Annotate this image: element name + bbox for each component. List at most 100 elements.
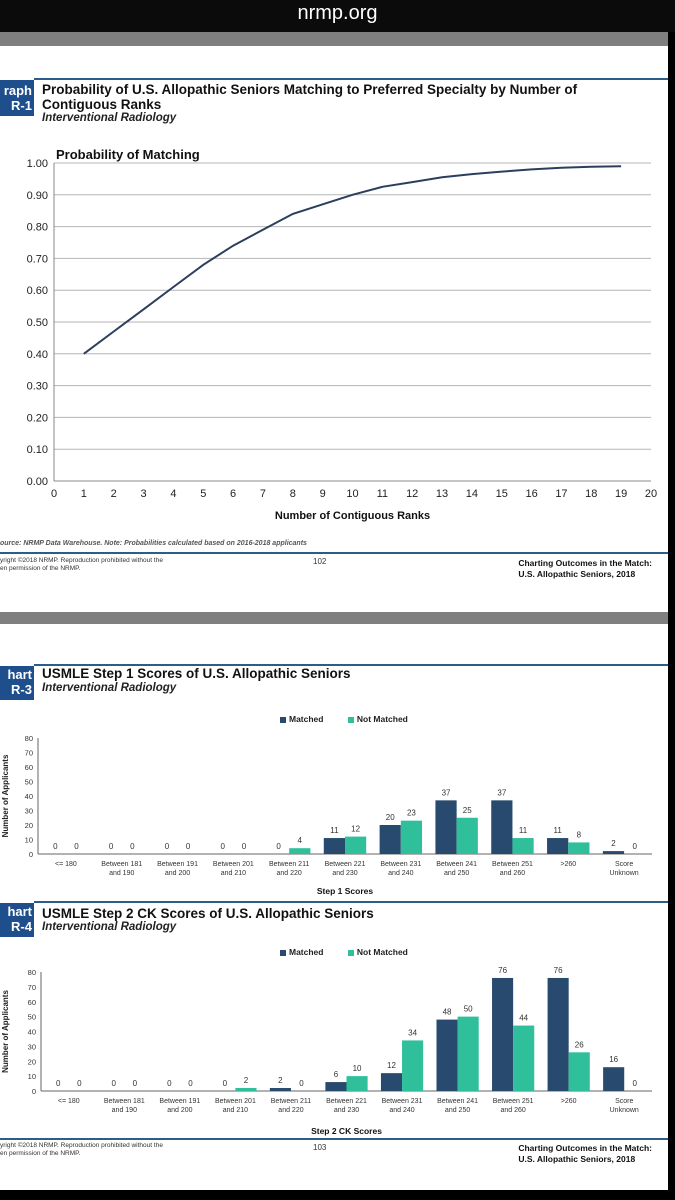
x-tick-label: Between 231 — [380, 861, 421, 868]
x-tick-label: and 190 — [112, 1107, 137, 1114]
y-tick-label: 40 — [25, 792, 33, 801]
x-axis-title: Step 2 CK Scores — [311, 1126, 382, 1136]
chart4-tag: hart R-4 — [0, 903, 34, 937]
x-tick-label: <= 180 — [55, 861, 77, 868]
data-label: 37 — [497, 788, 506, 797]
x-tick-label: 7 — [260, 488, 266, 500]
tag-line-2: R-1 — [11, 98, 32, 113]
y-axis-title: Number of Applicants — [1, 990, 10, 1073]
x-tick-label: Between 251 — [492, 861, 533, 868]
bar-matched — [547, 838, 569, 854]
data-label: 44 — [519, 1014, 528, 1023]
legend-item-not-matched: Not Matched — [347, 714, 408, 724]
x-tick-label: 1 — [81, 488, 87, 500]
data-label: 11 — [330, 826, 339, 835]
x-tick-label: >260 — [560, 861, 576, 868]
data-label: 0 — [633, 1079, 638, 1088]
legend-item-matched: Matched — [280, 714, 323, 724]
data-label: 0 — [56, 1079, 61, 1088]
x-tick-label: 20 — [645, 488, 657, 500]
x-tick-label: Between 191 — [157, 861, 198, 868]
page-separator — [0, 32, 668, 46]
data-label: 76 — [554, 966, 563, 975]
data-label: 0 — [109, 842, 114, 851]
x-tick-label: 13 — [436, 488, 448, 500]
x-tick-label: Between 201 — [215, 1098, 256, 1105]
data-label: 0 — [299, 1079, 304, 1088]
x-tick-label: 3 — [140, 488, 146, 500]
x-tick-label: and 230 — [334, 1107, 359, 1114]
footer-title-line-2: U.S. Allopathic Seniors, 2018 — [518, 569, 636, 579]
data-label: 34 — [408, 1028, 417, 1037]
footer-rule — [0, 1138, 668, 1140]
browser-address-bar[interactable]: nrmp.org — [0, 0, 675, 32]
x-tick-label: >260 — [561, 1098, 577, 1105]
data-label: 0 — [223, 1079, 228, 1088]
x-tick-label: Score — [615, 1098, 633, 1105]
chart4-legend: Matched Not Matched — [280, 947, 408, 957]
copyright-line-1: yright ©2018 NRMP. Reproduction prohibit… — [0, 557, 163, 564]
data-label: 37 — [442, 788, 451, 797]
x-tick-label: and 220 — [277, 870, 302, 877]
copyright-line-2: en permission of the NRMP. — [0, 565, 81, 572]
bar-matched — [269, 1088, 291, 1091]
chart4-title: USMLE Step 2 CK Scores of U.S. Allopathi… — [42, 906, 374, 921]
data-label: 0 — [165, 842, 170, 851]
url-text: nrmp.org — [297, 2, 378, 24]
bar-matched — [436, 1019, 458, 1091]
y-tick-label: 20 — [25, 821, 33, 830]
legend-label: Not Matched — [356, 947, 408, 957]
bar-not-matched — [345, 836, 367, 854]
x-tick-label: Between 211 — [269, 861, 309, 868]
x-axis-title: Step 1 Scores — [317, 886, 373, 896]
x-tick-label: and 210 — [223, 1107, 248, 1114]
data-label: 0 — [74, 842, 79, 851]
chart3-subtitle: Interventional Radiology — [42, 682, 177, 694]
x-tick-label: and 260 — [500, 870, 525, 877]
bar-not-matched — [513, 1025, 535, 1091]
x-tick-label: Between 231 — [382, 1098, 423, 1105]
y-tick-label: 10 — [25, 836, 33, 845]
data-label: 0 — [186, 842, 191, 851]
y-tick-label: 60 — [28, 998, 36, 1007]
bar-not-matched — [235, 1088, 257, 1091]
x-tick-label: 12 — [406, 488, 418, 500]
copyright-notice: yright ©2018 NRMP. Reproduction prohibit… — [0, 557, 163, 573]
bar-not-matched — [456, 817, 478, 854]
y-tick-label: 0.20 — [27, 412, 48, 424]
data-label: 0 — [77, 1079, 82, 1088]
bar-not-matched — [346, 1076, 368, 1091]
data-label: 0 — [242, 842, 247, 851]
x-tick-label: and 190 — [109, 870, 134, 877]
data-label: 11 — [554, 826, 563, 835]
bar-matched — [492, 977, 514, 1091]
matched-swatch-icon — [280, 716, 286, 723]
data-label: 2 — [244, 1076, 249, 1085]
data-label: 0 — [188, 1079, 193, 1088]
bar-matched — [380, 1073, 403, 1091]
x-tick-label: and 200 — [167, 1107, 192, 1114]
data-label: 12 — [387, 1061, 396, 1070]
x-tick-label: and 260 — [500, 1107, 525, 1114]
x-tick-label: and 240 — [389, 1107, 414, 1114]
x-tick-label: Between 211 — [271, 1098, 311, 1105]
step1-bar-chart: Number of Applicants010203040506070800 0<… — [1, 734, 652, 896]
x-tick-label: Between 181 — [104, 1098, 145, 1105]
tag-line-2: R-3 — [11, 682, 32, 697]
x-tick-label: 16 — [525, 488, 537, 500]
page-number: 102 — [313, 557, 327, 566]
x-tick-label: Between 201 — [213, 861, 254, 868]
x-tick-label: and 230 — [332, 870, 357, 877]
legend-item-not-matched: Not Matched — [347, 947, 408, 957]
graph-title: Probability of U.S. Allopathic Seniors M… — [42, 82, 577, 112]
chart3-legend: Matched Not Matched — [280, 714, 408, 724]
page-separator — [0, 612, 668, 624]
data-label: 0 — [221, 842, 226, 851]
not-matched-swatch-icon — [347, 949, 354, 956]
chart-title: Probability of Matching — [56, 147, 200, 162]
probability-line-chart: Probability of Matching 0.00 0.10 0.20 0.30 0… — [27, 147, 658, 522]
copyright-line-1: yright ©2018 NRMP. Reproduction prohibit… — [0, 1142, 163, 1149]
data-label: 20 — [386, 813, 395, 822]
header-rule — [34, 901, 668, 903]
data-label: 0 — [276, 842, 281, 851]
